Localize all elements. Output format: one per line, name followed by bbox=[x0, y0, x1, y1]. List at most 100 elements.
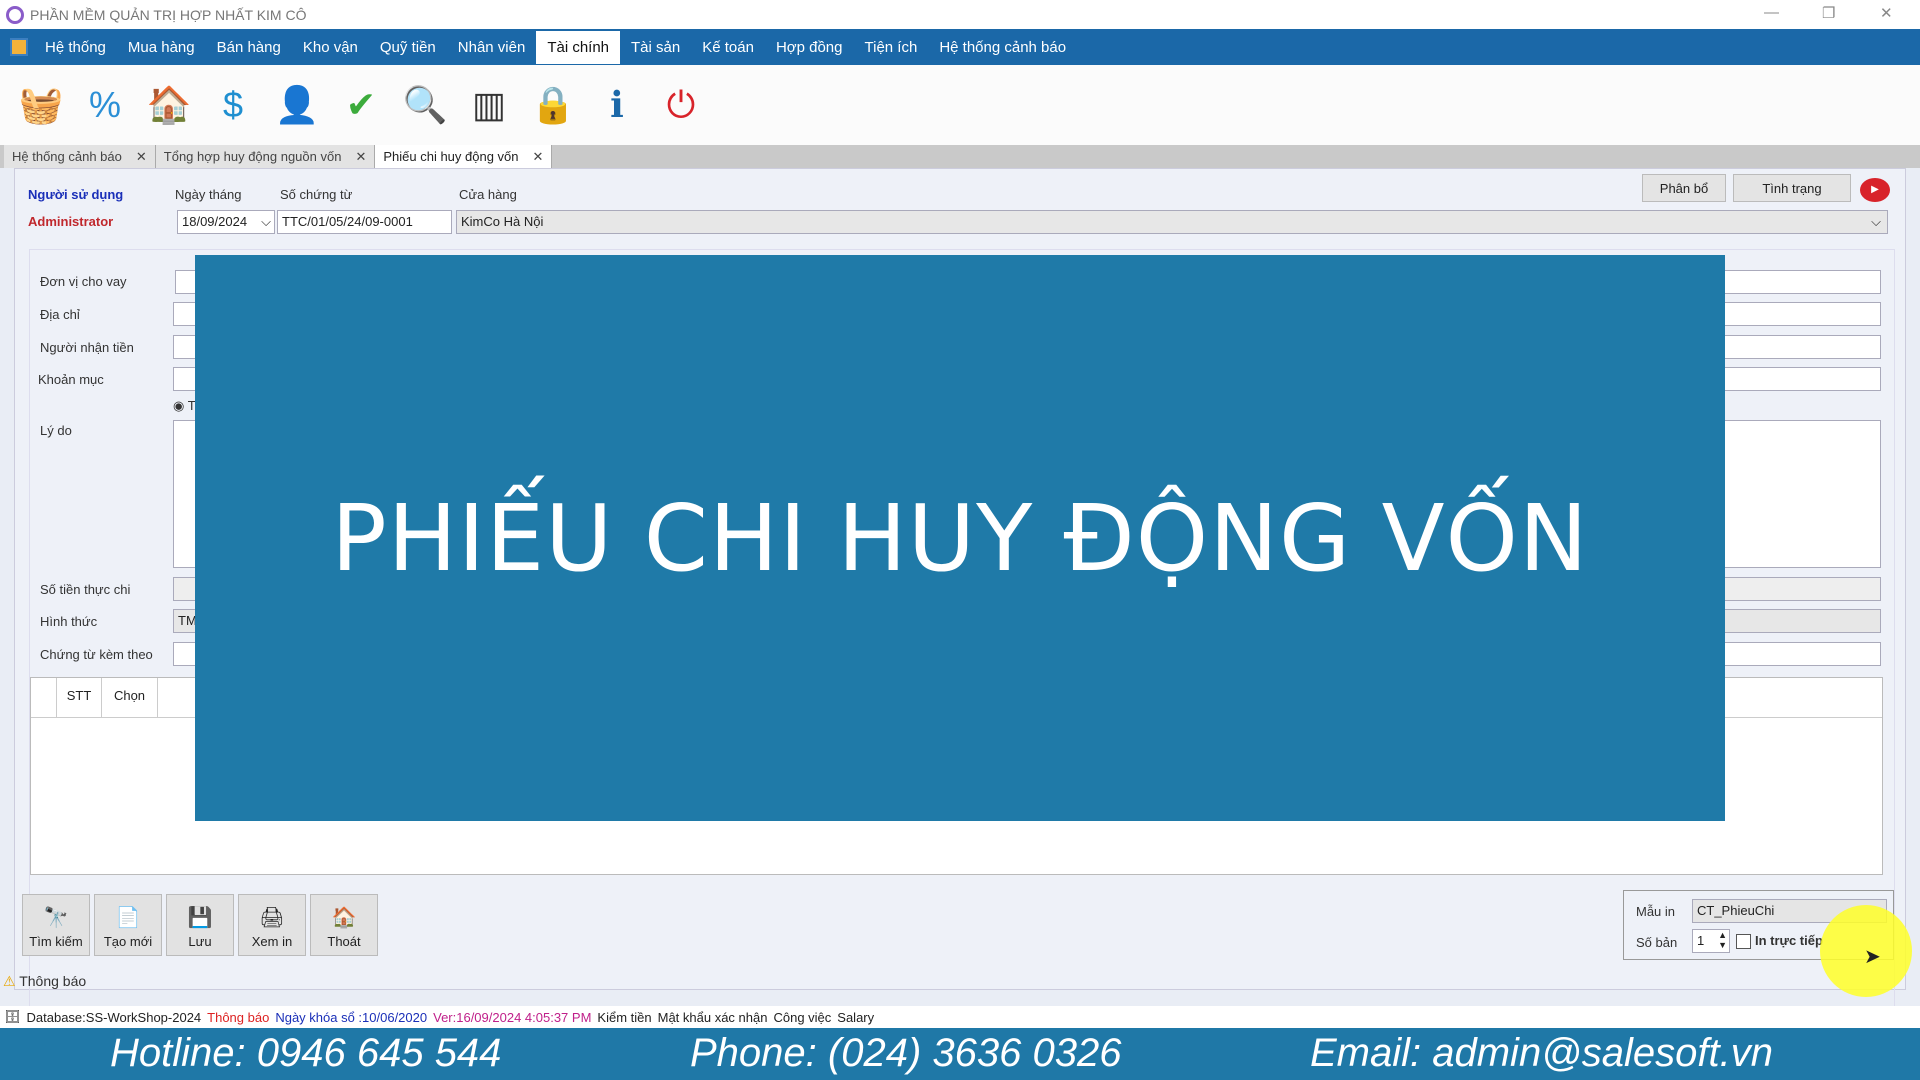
receiver-label: Người nhận tiền bbox=[40, 340, 134, 355]
footer-email: Email: admin@salesoft.vn bbox=[1310, 1031, 1774, 1075]
menu-item-6[interactable]: Tài chính bbox=[536, 30, 621, 64]
copies-label: Số bản bbox=[1636, 935, 1678, 950]
menu-bar: Hệ thống Mua hàng Bán hàng Kho vận Quỹ tiền N… bbox=[0, 29, 1920, 65]
close-tab-icon[interactable]: ✕ bbox=[355, 149, 366, 165]
database-icon: 🗄 bbox=[4, 1009, 21, 1024]
copies-stepper[interactable]: 1 ▲ ▼ bbox=[1692, 929, 1730, 953]
menu-item-9[interactable]: Hợp đồng bbox=[765, 31, 854, 64]
lock-icon[interactable]: 🔒 bbox=[530, 81, 576, 129]
action-icon: 🖨 bbox=[259, 907, 285, 929]
action-icon: 🔭 bbox=[43, 907, 69, 929]
tab-2[interactable]: Phiếu chi huy động vốn ✕ bbox=[375, 145, 553, 168]
tab-label: Phiếu chi huy động vốn bbox=[383, 149, 519, 164]
user-label: Người sử dụng bbox=[28, 187, 124, 202]
menu-item-0[interactable]: Hệ thống bbox=[34, 31, 117, 64]
menu-item-11[interactable]: Hệ thống cảnh báo bbox=[928, 31, 1077, 64]
status-check-money[interactable]: Kiểm tiền bbox=[597, 1010, 651, 1025]
action-button-1[interactable]: 📄 Tạo mới bbox=[94, 894, 162, 956]
method-label: Hình thức bbox=[40, 614, 98, 629]
close-tab-icon[interactable]: ✕ bbox=[136, 149, 147, 165]
action-label: Lưu bbox=[188, 934, 212, 949]
barcode-icon[interactable]: ▥ bbox=[466, 81, 512, 129]
tab-bar: Hệ thống cảnh báo ✕ Tổng hợp huy động nguồ… bbox=[0, 145, 1920, 168]
status-database: Database:SS-WorkShop-2024 bbox=[26, 1009, 202, 1025]
money-book-icon[interactable]: $ bbox=[210, 81, 256, 129]
direct-print-checkbox[interactable]: In trực tiếp bbox=[1736, 933, 1823, 950]
column-stt[interactable]: STT bbox=[57, 678, 102, 717]
restore-button[interactable]: ❐ bbox=[1822, 4, 1835, 22]
status-button[interactable]: Tình trạng bbox=[1733, 174, 1851, 202]
reason-label: Lý do bbox=[40, 423, 72, 438]
status-password[interactable]: Mật khẩu xác nhận bbox=[658, 1010, 768, 1025]
store-select[interactable]: KimCo Hà Nội ⌵ bbox=[456, 210, 1888, 234]
power-icon[interactable]: ⏻ bbox=[658, 81, 704, 129]
app-menu-icon[interactable] bbox=[10, 38, 28, 56]
warehouse-icon[interactable]: 🏠 bbox=[146, 81, 192, 129]
menu-item-10[interactable]: Tiện ích bbox=[854, 31, 929, 64]
allocate-button[interactable]: Phân bổ bbox=[1642, 174, 1726, 202]
date-picker[interactable]: 18/09/2024 ⌵ bbox=[177, 210, 275, 234]
menu-item-4[interactable]: Quỹ tiền bbox=[369, 31, 447, 64]
video-icon[interactable]: ▶ bbox=[1860, 178, 1890, 202]
doc-label: Số chứng từ bbox=[280, 187, 353, 202]
notice-bar: ⚠ Thông báo bbox=[3, 973, 86, 990]
action-label: Tạo mới bbox=[103, 934, 153, 949]
action-button-0[interactable]: 🔭 Tìm kiếm bbox=[22, 894, 90, 956]
lender-label: Đơn vị cho vay bbox=[40, 274, 127, 289]
menu-item-8[interactable]: Kế toán bbox=[691, 31, 765, 64]
notice-text: Thông báo bbox=[19, 973, 87, 989]
basket-icon[interactable]: 🧺 bbox=[18, 81, 64, 129]
toolbar: 🧺% 🏠 $ 👤 ✔ 🔍 ▥ 🔒 ℹ ⏻ bbox=[0, 65, 1920, 145]
overlay-title: PHIẾU CHI HUY ĐỘNG VỐN bbox=[331, 484, 1589, 592]
action-label: Xem in bbox=[251, 934, 293, 949]
amount-label: Số tiền thực chi bbox=[40, 582, 131, 597]
status-salary[interactable]: Salary bbox=[837, 1010, 874, 1025]
store-label: Cửa hàng bbox=[459, 187, 517, 202]
window-title: PHẦN MỀM QUẢN TRỊ HỢP NHẤT KIM CÔ bbox=[30, 6, 307, 23]
template-label: Mẫu in bbox=[1636, 904, 1676, 919]
user-value: Administrator bbox=[28, 214, 114, 229]
footer-phone: Phone: (024) 3636 0326 bbox=[690, 1031, 1122, 1075]
copies-value: 1 bbox=[1697, 933, 1705, 948]
action-button-2[interactable]: 💾 Lưu bbox=[166, 894, 234, 956]
menu-item-7[interactable]: Tài sản bbox=[620, 31, 691, 64]
discount-icon[interactable]: % bbox=[82, 81, 128, 129]
stepper-arrows-icon: ▲ ▼ bbox=[1718, 930, 1727, 950]
action-label: Tìm kiếm bbox=[29, 934, 83, 949]
tab-1[interactable]: Tổng hợp huy động nguồn vốn ✕ bbox=[155, 145, 376, 168]
action-icon: 📄 bbox=[115, 907, 141, 929]
warning-icon: ⚠ bbox=[3, 973, 16, 989]
action-icon: 🏠 bbox=[331, 907, 357, 929]
tab-0[interactable]: Hệ thống cảnh báo ✕ bbox=[4, 145, 156, 168]
attachments-label: Chứng từ kèm theo bbox=[40, 647, 153, 662]
status-version: Ver:16/09/2024 4:05:37 PM bbox=[433, 1009, 592, 1025]
date-value: 18/09/2024 bbox=[182, 214, 248, 229]
menu-item-3[interactable]: Kho vận bbox=[292, 31, 369, 64]
menu-item-2[interactable]: Bán hàng bbox=[206, 31, 292, 64]
chevron-down-icon: ⌵ bbox=[261, 214, 271, 229]
title-bar: PHẦN MỀM QUẢN TRỊ HỢP NHẤT KIM CÔ — ❐ ✕ bbox=[0, 0, 1920, 29]
search-document-icon[interactable]: 🔍 bbox=[402, 81, 448, 129]
doc-number-input[interactable]: TTC/01/05/24/09-0001 bbox=[277, 210, 452, 234]
status-bar: 🗄 Database:SS-WorkShop-2024 Thông báo Ngà… bbox=[0, 1006, 1920, 1028]
date-label: Ngày tháng bbox=[175, 187, 242, 202]
status-notice[interactable]: Thông báo bbox=[207, 1010, 269, 1025]
chevron-down-icon: ⌵ bbox=[1871, 214, 1881, 229]
close-button[interactable]: ✕ bbox=[1880, 4, 1893, 22]
menu-item-5[interactable]: Nhân viên bbox=[447, 31, 537, 64]
status-job[interactable]: Công việc bbox=[773, 1010, 831, 1025]
item-label: Khoản mục bbox=[38, 372, 104, 387]
info-book-icon[interactable]: ℹ bbox=[594, 81, 640, 129]
app-logo-icon bbox=[6, 5, 24, 24]
column-select[interactable]: Chọn bbox=[102, 678, 158, 717]
mouse-cursor-icon: ➤ bbox=[1864, 946, 1881, 968]
direct-print-label: In trực tiếp bbox=[1755, 933, 1823, 948]
user-info-icon[interactable]: 👤 bbox=[274, 81, 320, 129]
action-button-3[interactable]: 🖨 Xem in bbox=[238, 894, 306, 956]
menu-item-1[interactable]: Mua hàng bbox=[117, 31, 206, 64]
tab-label: Hệ thống cảnh báo bbox=[12, 149, 122, 164]
minimize-button[interactable]: — bbox=[1764, 4, 1779, 21]
checklist-icon[interactable]: ✔ bbox=[338, 81, 384, 129]
action-button-4[interactable]: 🏠 Thoát bbox=[310, 894, 378, 956]
close-tab-icon[interactable]: ✕ bbox=[533, 149, 544, 165]
